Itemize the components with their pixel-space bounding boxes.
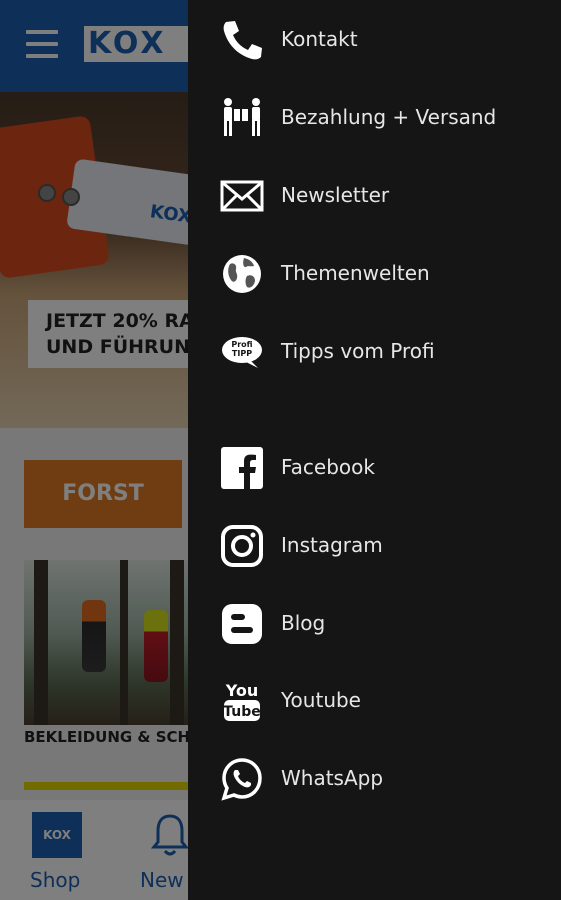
drawer-item-blog[interactable]: Blog (188, 588, 561, 658)
drawer-item-label: Blog (281, 611, 326, 635)
drawer-item-newsletter[interactable]: Newsletter (188, 160, 561, 230)
drawer-item-label: WhatsApp (281, 766, 384, 790)
envelope-icon (220, 180, 264, 212)
whatsapp-icon (221, 758, 262, 801)
youtube-icon-text-1: You (225, 681, 259, 700)
drawer-item-whatsapp[interactable]: WhatsApp (188, 743, 561, 813)
facebook-icon (221, 447, 263, 489)
drawer-item-label: Newsletter (281, 183, 390, 207)
profi-tipp-icon: Profi TIPP (222, 337, 262, 368)
youtube-icon-text-2: Tube (223, 704, 261, 720)
drawer-item-label: Tipps vom Profi (281, 339, 435, 363)
drawer-item-label: Themenwelten (281, 261, 430, 285)
profi-tipp-text-1: Profi (231, 340, 252, 349)
drawer-item-label: Bezahlung + Versand (281, 105, 497, 129)
drawer-item-label: Youtube (281, 688, 361, 712)
drawer-item-youtube[interactable]: You Tube Youtube (188, 665, 561, 735)
drawer-item-label: Facebook (281, 455, 375, 479)
drawer-item-label: Kontakt (281, 27, 358, 51)
drawer-item-tipps-vom-profi[interactable]: Profi TIPP Tipps vom Profi (188, 316, 561, 386)
delivery-icon (224, 98, 260, 136)
drawer-item-facebook[interactable]: Facebook (188, 432, 561, 502)
drawer-item-themenwelten[interactable]: Themenwelten (188, 238, 561, 308)
drawer-item-kontakt[interactable]: Kontakt (188, 4, 561, 74)
blogger-icon (222, 604, 262, 644)
phone-icon (223, 21, 262, 60)
drawer-item-instagram[interactable]: Instagram (188, 510, 561, 580)
drawer-item-label: Instagram (281, 533, 383, 557)
drawer-item-bezahlung-versand[interactable]: Bezahlung + Versand (188, 82, 561, 152)
youtube-icon: You Tube (223, 681, 261, 721)
instagram-icon (221, 525, 263, 567)
globe-icon (223, 255, 261, 293)
profi-tipp-text-2: TIPP (232, 349, 252, 358)
navigation-drawer: Kontakt Bezahlung + Versand Newsletter T… (188, 0, 561, 900)
